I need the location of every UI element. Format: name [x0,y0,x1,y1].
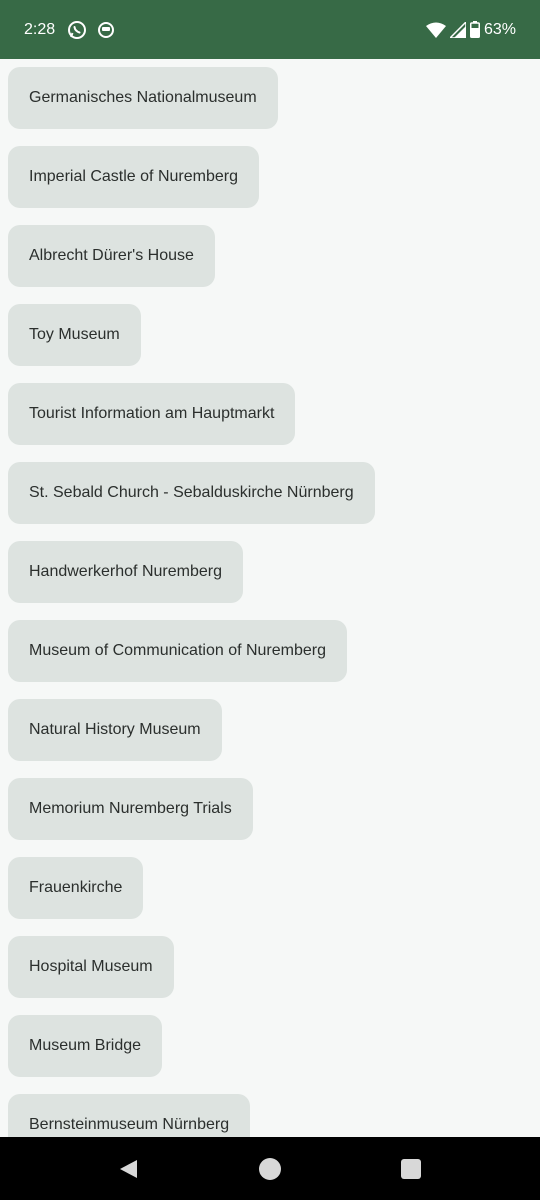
place-item[interactable]: St. Sebald Church - Sebalduskirche Nürnb… [8,462,375,524]
place-item[interactable]: Albrecht Dürer's House [8,225,215,287]
place-item[interactable]: Handwerkerhof Nuremberg [8,541,243,603]
back-icon[interactable] [115,1156,141,1182]
chat-bubble-icon [97,21,115,39]
place-item[interactable]: Imperial Castle of Nuremberg [8,146,259,208]
navigation-bar [0,1137,540,1200]
place-item[interactable]: Natural History Museum [8,699,222,761]
whatsapp-icon [67,20,87,40]
place-item[interactable]: Toy Museum [8,304,141,366]
status-time: 2:28 [24,20,56,38]
recents-icon[interactable] [398,1156,424,1182]
status-bar: 2:28 63% [0,0,540,59]
home-icon[interactable] [257,1156,283,1182]
place-item[interactable]: Museum of Communication of Nuremberg [8,620,348,682]
signal-icon [449,21,466,38]
battery-percentage: 63% [483,20,516,38]
place-item[interactable]: Museum Bridge [8,1015,163,1077]
wifi-icon [425,22,446,38]
place-item[interactable]: Frauenkirche [8,857,144,919]
place-item[interactable]: Tourist Information am Hauptmarkt [8,383,296,445]
places-list[interactable]: Germanisches Nationalmuseum Imperial Cas… [0,59,540,1137]
place-item[interactable]: Germanisches Nationalmuseum [8,67,278,129]
place-item[interactable]: Memorium Nuremberg Trials [8,778,253,840]
place-item[interactable]: Bernsteinmuseum Nürnberg [8,1094,251,1137]
battery-icon [469,21,480,38]
place-item[interactable]: Hospital Museum [8,936,174,998]
